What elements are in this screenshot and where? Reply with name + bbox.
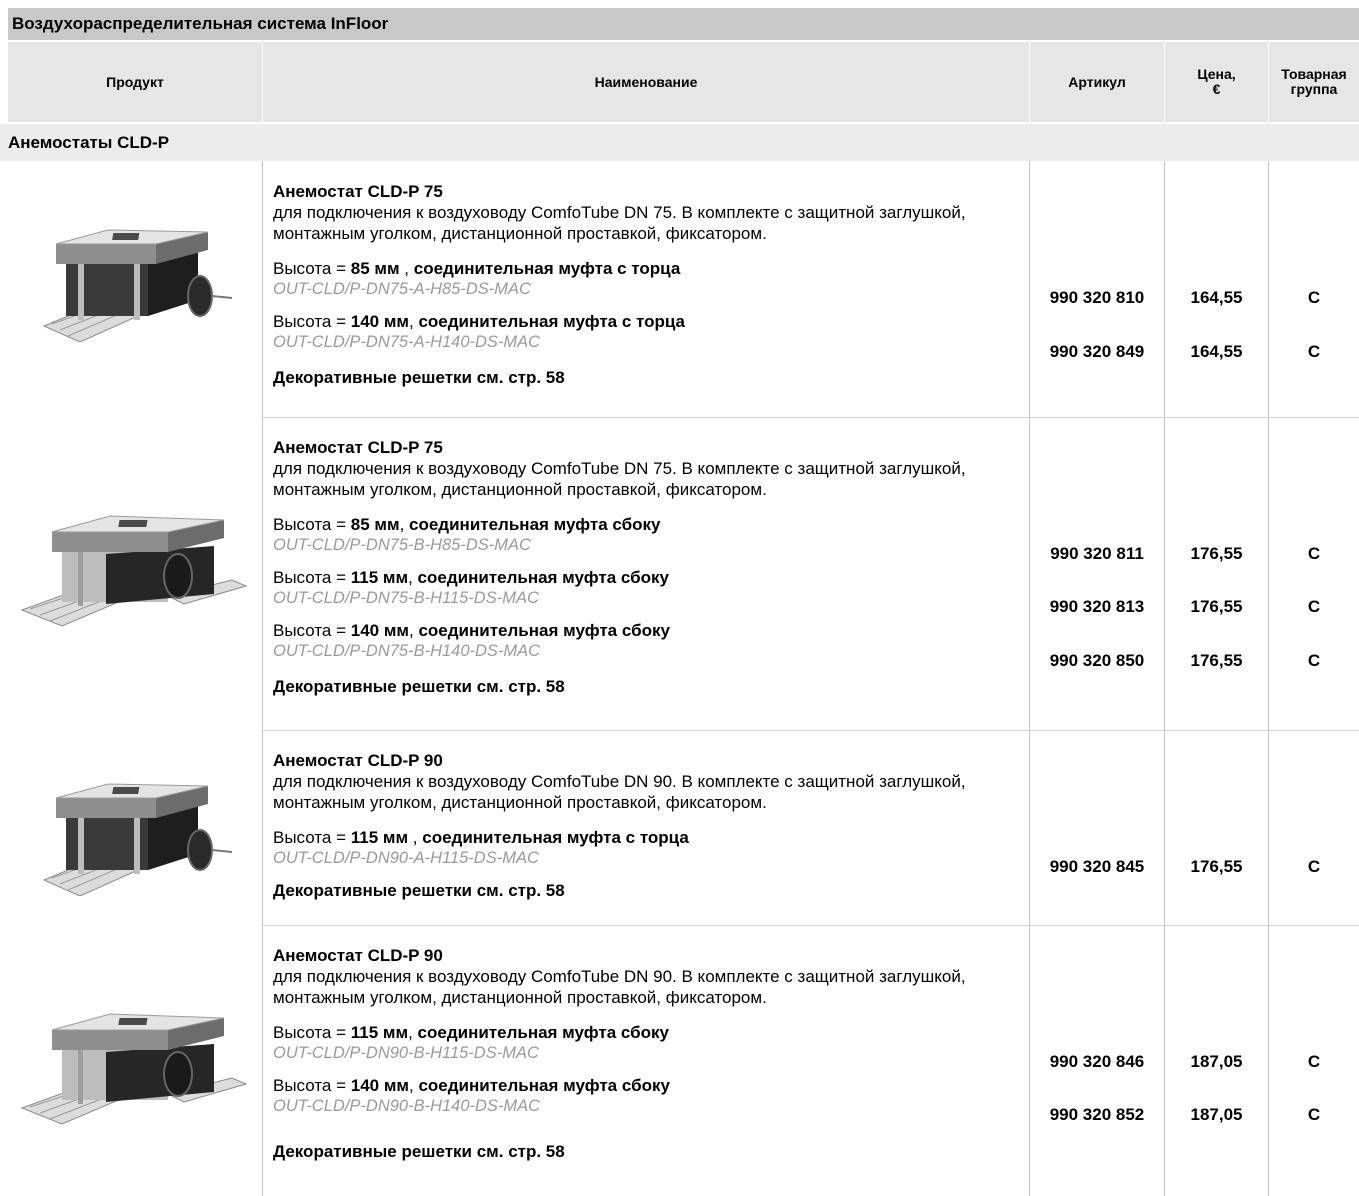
product-group: C [1307, 651, 1321, 670]
price-list-page: Воздухораспределительная система InFloor… [0, 0, 1359, 1196]
row-divider [262, 925, 1359, 926]
product-group: C [1307, 288, 1321, 307]
product-details: для подключения к воздуховоду ComfoTube … [273, 459, 966, 499]
variant-code: OUT-CLD/P-DN75-B-H85-DS-MAC [273, 536, 531, 554]
column-header-group-label-2: группа [1290, 81, 1338, 97]
diffuser-front-connection-image [42, 783, 233, 896]
column-header-group-label: Товарная [1281, 66, 1347, 82]
variant-spec: Высота = 140 мм, соединительная муфта сб… [273, 1076, 670, 1095]
price-value: 176,55 [1190, 544, 1243, 563]
column-header-price-currency: € [1212, 81, 1221, 97]
diffuser-side-connection-image [20, 515, 248, 627]
column-header-group: Товарная группа [1269, 42, 1359, 122]
column-divider [1029, 161, 1030, 1196]
grille-reference-note: Декоративные решетки см. стр. 58 [273, 881, 565, 900]
product-description: Анемостат CLD-P 90 для подключения к воз… [273, 945, 1013, 1162]
product-group: C [1307, 1105, 1321, 1124]
product-group: C [1307, 597, 1321, 616]
page-title: Воздухораспределительная система InFloor [8, 8, 1359, 40]
variant-code: OUT-CLD/P-DN90-B-H140-DS-MAC [273, 1097, 541, 1115]
variant-spec: Высота = 115 мм , соединительная муфта с… [273, 828, 689, 847]
price-value: 176,55 [1190, 651, 1243, 670]
product-description: Анемостат CLD-P 90 для подключения к воз… [273, 750, 1013, 901]
column-header-article: Артикул [1030, 42, 1164, 122]
product-title: Анемостат CLD-P 90 [273, 946, 443, 965]
variant-code: OUT-CLD/P-DN90-A-H115-DS-MAC [273, 849, 539, 867]
article-number: 990 320 845 [1049, 857, 1145, 876]
product-description: Анемостат CLD-P 75 для подключения к воз… [273, 437, 1013, 697]
variant-code: OUT-CLD/P-DN75-A-H140-DS-MAC [273, 333, 541, 351]
column-header-price-label: Цена, [1197, 66, 1236, 82]
product-details: для подключения к воздуховоду ComfoTube … [273, 967, 966, 1007]
column-header-product-label: Продукт [106, 73, 164, 90]
section-title: Анемостаты CLD-P [0, 124, 1359, 161]
variant-spec: Высота = 115 мм, соединительная муфта сб… [273, 1023, 669, 1042]
article-number: 990 320 849 [1049, 342, 1145, 361]
article-number: 990 320 811 [1050, 544, 1144, 563]
price-value: 164,55 [1190, 342, 1243, 361]
product-group: C [1307, 544, 1321, 563]
row-divider [262, 730, 1359, 731]
product-details: для подключения к воздуховоду ComfoTube … [273, 772, 966, 812]
variant-code: OUT-CLD/P-DN90-B-H115-DS-MAC [273, 1044, 539, 1062]
grille-reference-note: Декоративные решетки см. стр. 58 [273, 368, 565, 387]
product-title: Анемостат CLD-P 75 [273, 438, 443, 457]
article-number: 990 320 852 [1049, 1105, 1145, 1124]
product-group: C [1307, 1052, 1321, 1071]
diffuser-side-connection-image [20, 1013, 248, 1125]
variant-spec: Высота = 85 мм, соединительная муфта сбо… [273, 515, 661, 534]
grille-reference-note: Декоративные решетки см. стр. 58 [273, 677, 565, 696]
column-header-name: Наименование [263, 42, 1029, 122]
article-number: 990 320 846 [1049, 1052, 1145, 1071]
diffuser-front-connection-image [42, 229, 233, 342]
product-title: Анемостат CLD-P 75 [273, 182, 443, 201]
price-value: 164,55 [1190, 288, 1243, 307]
price-value: 187,05 [1190, 1052, 1243, 1071]
variant-spec: Высота = 85 мм , соединительная муфта с … [273, 259, 681, 278]
variant-code: OUT-CLD/P-DN75-B-H115-DS-MAC [273, 589, 539, 607]
product-title: Анемостат CLD-P 90 [273, 751, 443, 770]
column-header-name-label: Наименование [594, 73, 698, 90]
price-value: 187,05 [1190, 1105, 1243, 1124]
article-number: 990 320 813 [1049, 597, 1145, 616]
article-number: 990 320 850 [1049, 651, 1145, 670]
article-number: 990 320 810 [1049, 288, 1145, 307]
product-group: C [1307, 857, 1321, 876]
column-divider [1164, 161, 1165, 1196]
variant-spec: Высота = 115 мм, соединительная муфта сб… [273, 568, 669, 587]
price-value: 176,55 [1190, 857, 1243, 876]
product-description: Анемостат CLD-P 75 для подключения к воз… [273, 181, 1013, 388]
variant-code: OUT-CLD/P-DN75-B-H140-DS-MAC [273, 642, 541, 660]
price-value: 176,55 [1190, 597, 1243, 616]
column-divider [262, 161, 263, 1196]
column-header-article-label: Артикул [1068, 73, 1126, 90]
product-group: C [1307, 342, 1321, 361]
column-header-product: Продукт [8, 42, 262, 122]
row-divider [262, 417, 1359, 418]
variant-spec: Высота = 140 мм, соединительная муфта сб… [273, 621, 670, 640]
column-header-price: Цена, € [1165, 42, 1268, 122]
grille-reference-note: Декоративные решетки см. стр. 58 [273, 1142, 565, 1161]
column-divider [1268, 161, 1269, 1196]
variant-code: OUT-CLD/P-DN75-A-H85-DS-MAC [273, 280, 531, 298]
variant-spec: Высота = 140 мм, соединительная муфта с … [273, 312, 686, 331]
product-details: для подключения к воздуховоду ComfoTube … [273, 203, 966, 243]
